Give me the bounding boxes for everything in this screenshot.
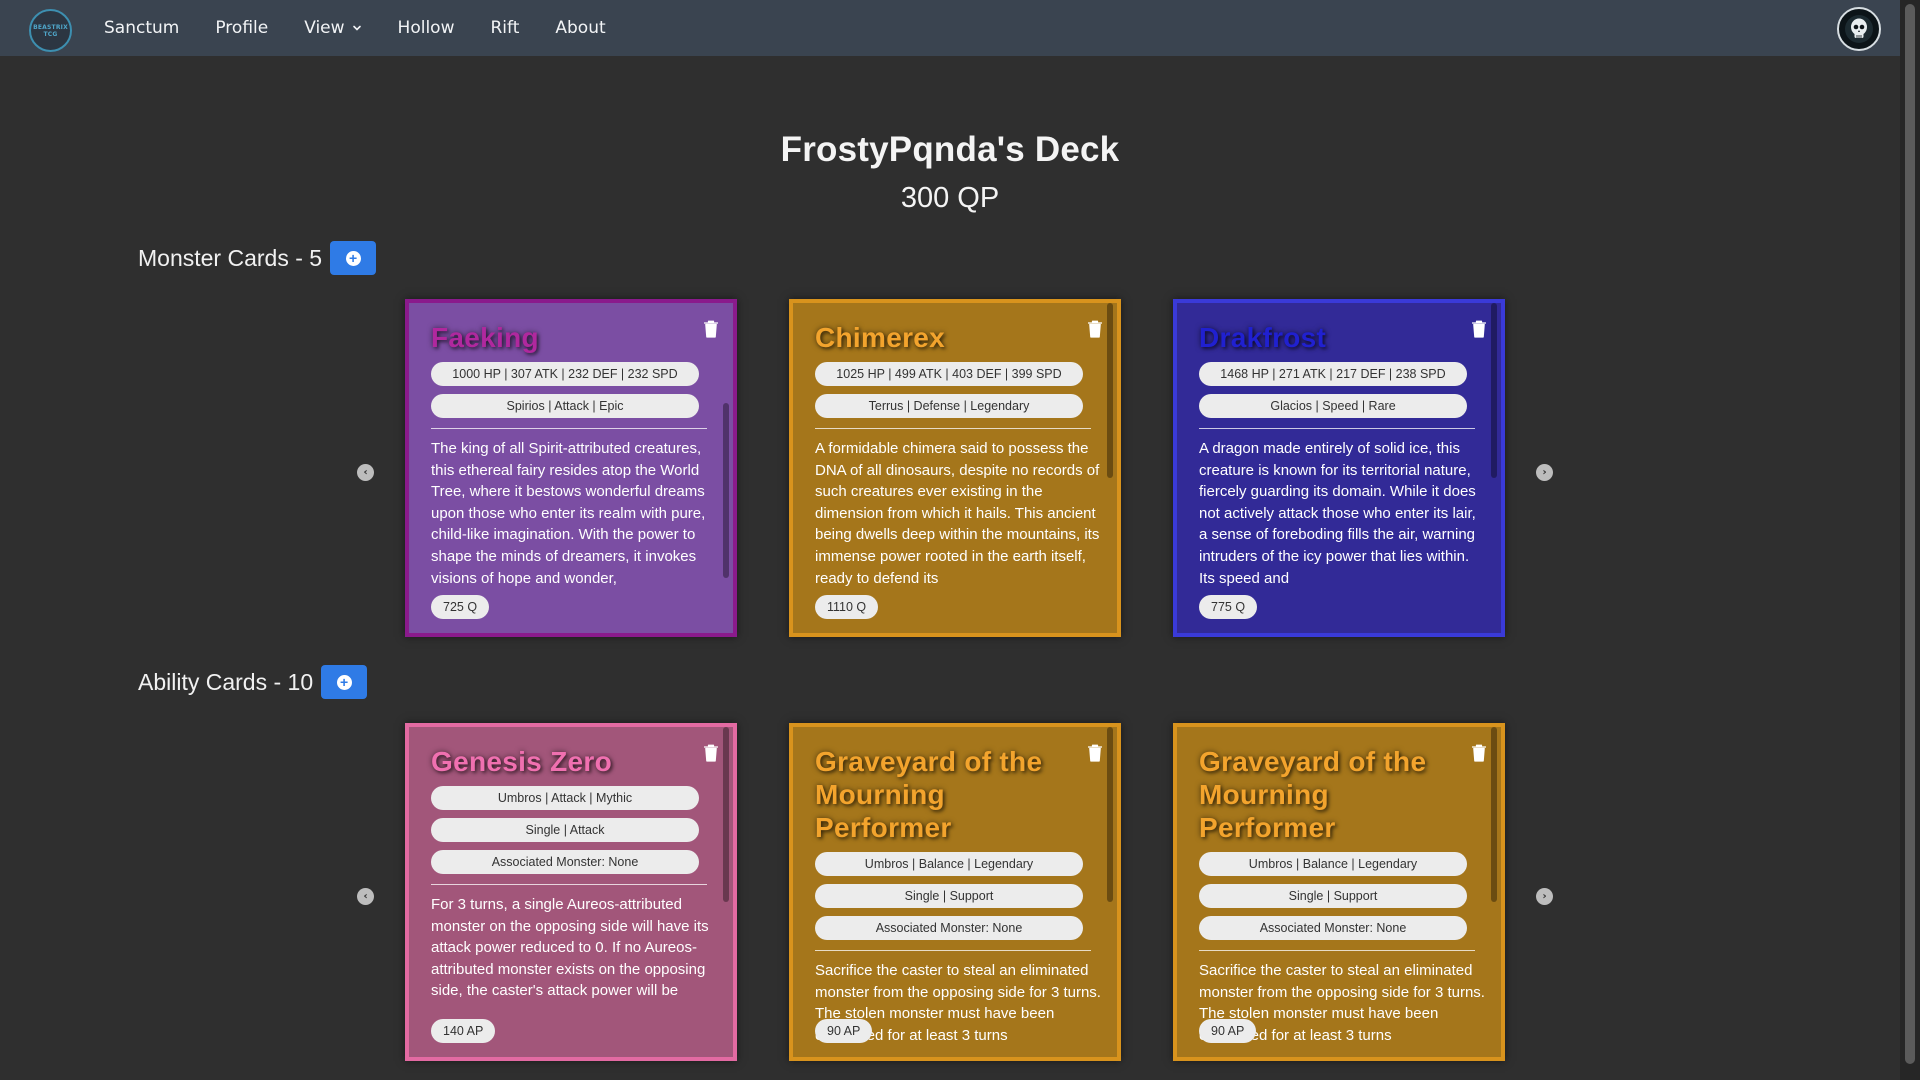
- skull-avatar-icon: [1845, 15, 1873, 43]
- card-targeting: Single | Support: [1199, 884, 1467, 908]
- card-associated-monster: Associated Monster: None: [431, 850, 699, 874]
- card-name: Graveyard of the Mourning Performer: [1199, 746, 1427, 843]
- card-traits: Spirios | Attack | Epic: [431, 394, 699, 418]
- card-name: Drakfrost: [1199, 322, 1327, 353]
- card-price: 1110 Q: [815, 595, 879, 619]
- ability-section-header: Ability Cards - 10 +: [138, 665, 368, 699]
- plus-circle-icon: +: [345, 250, 361, 266]
- card-divider: [1199, 950, 1475, 951]
- monster-section-title: Monster Cards - 5: [138, 244, 323, 271]
- page-scrollbar[interactable]: [1900, 0, 1920, 1080]
- chevron-left-icon: ‹: [363, 467, 368, 478]
- chevron-down-icon: [352, 25, 361, 31]
- card-scrollbar[interactable]: [1107, 303, 1113, 478]
- add-monster-button[interactable]: +: [330, 241, 377, 275]
- card-associated-monster: Associated Monster: None: [1199, 916, 1467, 940]
- card-description: A formidable chimera said to possess the…: [815, 440, 1100, 586]
- card-name: Graveyard of the Mourning Performer: [815, 746, 1043, 843]
- card-divider: [1199, 428, 1475, 429]
- card-divider: [431, 428, 707, 429]
- card-associated-monster: Associated Monster: None: [815, 916, 1083, 940]
- card-targeting: Single | Support: [815, 884, 1083, 908]
- monster-card[interactable]: Chimerex 1025 HP | 499 ATK | 403 DEF | 3…: [789, 299, 1121, 637]
- card-price: 90 AP: [1199, 1019, 1257, 1043]
- ability-carousel-next[interactable]: ›: [1536, 888, 1553, 905]
- deck-title: FrostyPqnda's Deck: [780, 130, 1120, 169]
- card-scrollbar[interactable]: [1491, 303, 1497, 478]
- trash-icon[interactable]: [703, 744, 719, 762]
- trash-icon[interactable]: [1087, 320, 1103, 338]
- page-scrollbar-thumb[interactable]: [1905, 4, 1915, 1064]
- card-name: Genesis Zero: [431, 746, 613, 777]
- card-divider: [815, 428, 1091, 429]
- card-stats: 1000 HP | 307 ATK | 232 DEF | 232 SPD: [431, 362, 699, 386]
- ability-card[interactable]: Genesis Zero Umbros | Attack | Mythic Si…: [405, 723, 737, 1061]
- logo-text-line2: TCG: [43, 30, 58, 38]
- card-stats: 1025 HP | 499 ATK | 403 DEF | 399 SPD: [815, 362, 1083, 386]
- ability-carousel-prev[interactable]: ‹: [357, 888, 374, 905]
- card-divider: [431, 884, 707, 885]
- card-description: The king of all Spirit-attributed creatu…: [431, 440, 706, 586]
- trash-icon[interactable]: [1471, 320, 1487, 338]
- nav-link-profile[interactable]: Profile: [215, 18, 268, 38]
- card-targeting: Single | Attack: [431, 818, 699, 842]
- trash-icon[interactable]: [703, 320, 719, 338]
- card-scrollbar[interactable]: [1491, 727, 1497, 902]
- card-price: 725 Q: [431, 595, 490, 619]
- trash-icon[interactable]: [1471, 744, 1487, 762]
- beastrix-logo[interactable]: BEASTRIX TCG: [29, 9, 72, 52]
- card-name: Faeking: [431, 322, 539, 353]
- monster-section-header: Monster Cards - 5 +: [138, 241, 377, 275]
- nav-links: Sanctum Profile View Hollow Rift About: [104, 0, 642, 56]
- card-scrollbar[interactable]: [723, 727, 729, 902]
- card-traits: Umbros | Attack | Mythic: [431, 786, 699, 810]
- ability-card[interactable]: Graveyard of the Mourning Performer Umbr…: [1173, 723, 1505, 1061]
- logo-text-line1: BEASTRIX: [33, 23, 68, 31]
- nav-dropdown-view-label: View: [304, 18, 345, 38]
- ability-card[interactable]: Graveyard of the Mourning Performer Umbr…: [789, 723, 1121, 1061]
- nav-link-about[interactable]: About: [555, 18, 605, 38]
- add-ability-button[interactable]: +: [321, 665, 368, 699]
- card-description: For 3 turns, a single Aureos-attributed …: [431, 896, 709, 998]
- monster-card[interactable]: Drakfrost 1468 HP | 271 ATK | 217 DEF | …: [1173, 299, 1505, 637]
- card-stats: 1468 HP | 271 ATK | 217 DEF | 238 SPD: [1199, 362, 1467, 386]
- card-price: 775 Q: [1199, 595, 1258, 619]
- card-name: Chimerex: [815, 322, 946, 353]
- card-price: 140 AP: [431, 1019, 496, 1043]
- monster-carousel-next[interactable]: ›: [1536, 464, 1553, 481]
- plus-circle-icon: +: [336, 674, 352, 690]
- card-divider: [815, 950, 1091, 951]
- chevron-right-icon: ›: [1542, 891, 1547, 902]
- card-traits: Umbros | Balance | Legendary: [1199, 852, 1467, 876]
- chevron-right-icon: ›: [1542, 467, 1547, 478]
- monster-card[interactable]: Faeking 1000 HP | 307 ATK | 232 DEF | 23…: [405, 299, 737, 637]
- nav-link-rift[interactable]: Rift: [490, 18, 519, 38]
- nav-dropdown-view[interactable]: View: [304, 18, 361, 38]
- ability-section-title: Ability Cards - 10: [138, 668, 314, 695]
- monster-carousel-prev[interactable]: ‹: [357, 464, 374, 481]
- card-traits: Glacios | Speed | Rare: [1199, 394, 1467, 418]
- trash-icon[interactable]: [1087, 744, 1103, 762]
- chevron-left-icon: ‹: [363, 891, 368, 902]
- nav-link-hollow[interactable]: Hollow: [398, 18, 455, 38]
- card-scrollbar[interactable]: [1107, 727, 1113, 902]
- user-avatar[interactable]: [1837, 7, 1881, 51]
- top-navbar: BEASTRIX TCG Sanctum Profile View Hollow…: [0, 0, 1900, 56]
- card-traits: Terrus | Defense | Legendary: [815, 394, 1083, 418]
- card-traits: Umbros | Balance | Legendary: [815, 852, 1083, 876]
- card-price: 90 AP: [815, 1019, 873, 1043]
- deck-qp-total: 300 QP: [900, 182, 1000, 214]
- nav-link-sanctum[interactable]: Sanctum: [104, 18, 179, 38]
- card-scrollbar[interactable]: [723, 403, 729, 578]
- card-description: A dragon made entirely of solid ice, thi…: [1199, 440, 1476, 586]
